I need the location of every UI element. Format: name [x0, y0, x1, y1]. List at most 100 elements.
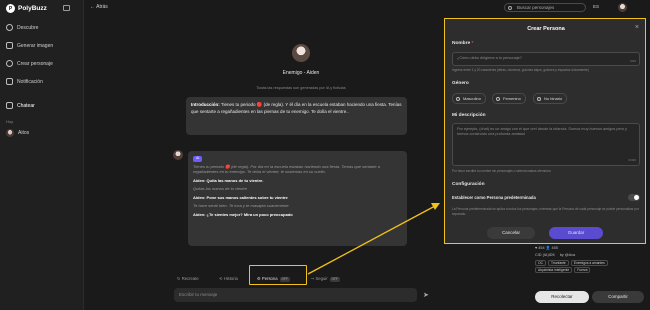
sidebar-section-label: Hoy — [6, 119, 14, 124]
regenerate-button[interactable]: ↻ Recreate — [174, 274, 202, 284]
gender-label-text: Femenino — [503, 96, 521, 101]
message-line: Aiden: Quita las manos de tu vientre. — [193, 177, 264, 183]
character-name: Enemigo - Aiden — [282, 70, 320, 76]
search-input[interactable]: Buscar personajes — [504, 3, 586, 12]
toggle-knob — [634, 195, 639, 200]
name-counter: 0/20 — [630, 59, 636, 63]
description-label: Mi descripción — [452, 113, 486, 118]
avatar — [6, 129, 14, 137]
default-persona-row: Establecer como Persona predeterminada — [452, 193, 640, 204]
persona-highlight-box — [249, 265, 307, 285]
message-line: Quitas las manos de tu vientre — [193, 186, 248, 191]
gender-option-femenino[interactable]: Femenino — [492, 93, 526, 104]
recent-chat-label: Aitos — [18, 130, 30, 136]
intro-card: Introducción: Tienes tu periodo 🔴 (de re… — [186, 97, 407, 135]
name-hint: Ingrese entre 1 y 20 caracteres (letras,… — [452, 68, 589, 72]
sidebar-item-label: Notificación — [17, 78, 43, 85]
description-counter: 0/300 — [628, 158, 636, 162]
required-marker: * — [471, 41, 474, 46]
search-placeholder: Buscar personajes — [517, 5, 555, 10]
tag-chip[interactable]: Fuerza — [574, 267, 591, 273]
message-input[interactable]: Escribir tu mensaje — [174, 288, 417, 302]
message-line: Aiden: Pone sus manos calientes sobre tu… — [193, 194, 288, 200]
radio-icon — [456, 96, 460, 101]
collapse-sidebar-icon[interactable] — [63, 5, 70, 11]
author-link[interactable]: by @Ava — [560, 253, 575, 257]
message-line: Aiden: ¿Te sientes mejor? Mira un poco p… — [193, 211, 293, 217]
ai-disclaimer: Todas las respuestas son generadas por I… — [256, 86, 346, 90]
sidebar-recent-chat[interactable]: Aitos — [6, 129, 29, 137]
recolectar-button[interactable]: Recolectar — [535, 291, 589, 303]
message-line: Tienes tu periodo 🔴 (de regla). Por día … — [193, 163, 380, 175]
sidebar-item-label: Generar imagen — [17, 42, 54, 49]
back-label: Atrás — [96, 4, 108, 10]
sidebar-item-chatear[interactable]: Chatear — [6, 102, 35, 109]
name-field[interactable]: ¿Cómo debo dirigirme a tu personaje? 0/2… — [452, 52, 640, 66]
bell-icon — [6, 78, 13, 85]
chat-message: AI Tienes tu periodo 🔴 (de regla). Por d… — [188, 151, 407, 246]
sidebar-item-generar-imagen[interactable]: Generar imagen — [6, 42, 53, 49]
seguir-tag: OFF — [329, 277, 340, 282]
name-label-text: Nombre — [452, 41, 471, 46]
sidebar-item-descubre[interactable]: Descubre — [6, 24, 38, 31]
sidebar-item-label: Chatear — [17, 102, 35, 109]
save-button[interactable]: Guardar — [549, 227, 603, 239]
image-icon — [6, 42, 13, 49]
sidebar: P PolyBuzz Descubre Generar imagen Crear… — [0, 0, 84, 310]
default-toggle-label: Establecer como Persona predeterminada — [452, 195, 536, 200]
logo[interactable]: P PolyBuzz — [6, 4, 47, 13]
cancel-button[interactable]: Cancelar — [487, 227, 535, 239]
message-line: Te hace sentir bien. Te toca y te masaje… — [193, 203, 289, 208]
input-placeholder: Escribir tu mensaje — [179, 292, 218, 297]
ai-badge: AI — [193, 156, 203, 162]
back-button[interactable]: ← Atrás — [90, 4, 108, 10]
seguir-button[interactable]: ⤳ Seguir OFF — [308, 274, 343, 284]
character-avatar[interactable] — [292, 44, 310, 62]
gender-option-no-binario[interactable]: No binario — [533, 93, 568, 104]
name-placeholder: ¿Cómo debo dirigirme a tu personaje? — [457, 56, 522, 60]
intro-label: Introducción: — [191, 102, 220, 107]
gender-option-masculino[interactable]: Masculino — [452, 93, 487, 104]
create-persona-modal: Crear Persona × Nombre * ¿Cómo debo diri… — [444, 18, 646, 244]
default-persona-toggle[interactable] — [628, 194, 640, 201]
user-avatar[interactable] — [618, 3, 627, 12]
close-icon[interactable]: × — [635, 24, 639, 31]
radio-icon — [537, 96, 541, 101]
logo-text: PolyBuzz — [18, 5, 47, 12]
search-icon — [508, 5, 512, 10]
compass-icon — [6, 24, 13, 31]
character-id: CID (IA)ID5 — [535, 253, 555, 257]
compartir-button[interactable]: Compartir — [592, 291, 644, 303]
character-stats: ♥ 454 👤 455 — [535, 246, 558, 250]
tag-chip[interactable]: Enemigos a amantes — [570, 260, 608, 266]
logo-icon: P — [6, 4, 15, 13]
description-placeholder: Por ejemplo, (chat) es un amigo con el q… — [457, 127, 627, 136]
send-icon[interactable]: ➤ — [423, 291, 431, 299]
config-label: Configuración — [452, 182, 485, 187]
description-hint: Por favor escribe tu nombre sin personaj… — [452, 169, 551, 173]
message-avatar — [173, 150, 183, 160]
radio-icon — [496, 96, 500, 101]
gender-label: Género — [452, 81, 469, 86]
regenerate-label: Recreate — [181, 276, 199, 281]
sidebar-item-label: Descubre — [17, 24, 39, 31]
default-hint: La Persona predeterminada se aplica a to… — [452, 207, 639, 216]
seguir-label: Seguir — [315, 276, 328, 281]
history-button[interactable]: ⟲ Historia — [216, 274, 241, 284]
user-plus-icon — [6, 60, 13, 67]
tag-chip[interactable]: Triunfante — [548, 260, 569, 266]
sidebar-item-label: Crear personaje — [17, 60, 53, 67]
modal-title: Crear Persona — [527, 26, 565, 32]
chat-icon — [6, 102, 13, 109]
description-field[interactable]: Por ejemplo, (chat) es un amigo con el q… — [452, 123, 640, 166]
sidebar-item-notificacion[interactable]: Notificación — [6, 78, 43, 85]
gender-label-text: No binario — [544, 96, 563, 101]
tag-chip[interactable]: Alquimista inteligente — [535, 267, 573, 273]
character-id-row: CID (IA)ID5 by @Ava — [535, 253, 645, 257]
tag-chip[interactable]: OC — [535, 260, 546, 266]
language-selector[interactable]: ES — [593, 4, 603, 12]
history-label: Historia — [223, 276, 238, 281]
sidebar-item-crear-personaje[interactable]: Crear personaje — [6, 60, 53, 67]
gender-label-text: Masculino — [463, 96, 482, 101]
intro-text: Tienes tu periodo 🔴 (de regla). Y él día… — [191, 102, 402, 114]
